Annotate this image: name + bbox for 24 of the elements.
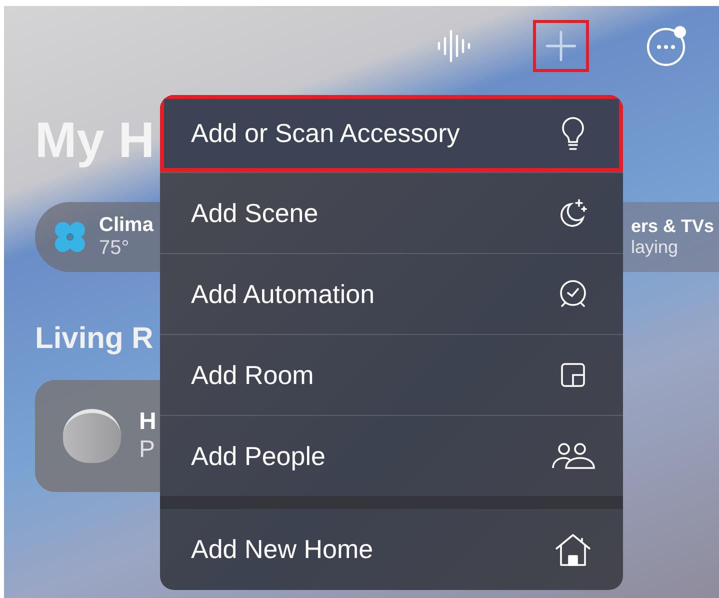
accessory-name: H [139, 408, 156, 436]
house-icon [553, 532, 593, 568]
menu-item[interactable]: Add New Home [160, 509, 623, 590]
speaker-icon [63, 409, 121, 463]
menu-item[interactable]: Add or Scan Accessory [160, 95, 623, 172]
pill-subtitle: laying [631, 237, 680, 258]
pill-subtitle: 75° [99, 237, 130, 260]
menu-item[interactable]: Add People [160, 415, 623, 496]
section-title: Living R [35, 322, 154, 356]
menu-item[interactable]: Add Room [160, 334, 623, 415]
pill-title: Clima [99, 214, 154, 237]
alarm-clock-icon [557, 278, 589, 310]
lightbulb-icon [561, 116, 585, 152]
moon-stars-icon [558, 198, 588, 228]
toolbar-button[interactable] [533, 20, 589, 72]
fan-icon [53, 220, 87, 254]
accessory-status: P [139, 436, 156, 464]
floor-plan-icon [560, 362, 586, 388]
people-icon [551, 441, 595, 471]
plus-icon [544, 29, 578, 63]
more-icon [645, 24, 689, 68]
menu-item[interactable]: Add Scene [160, 172, 623, 253]
menu-item[interactable]: Add Automation [160, 253, 623, 334]
pill-title: ers & TVs [631, 216, 714, 237]
